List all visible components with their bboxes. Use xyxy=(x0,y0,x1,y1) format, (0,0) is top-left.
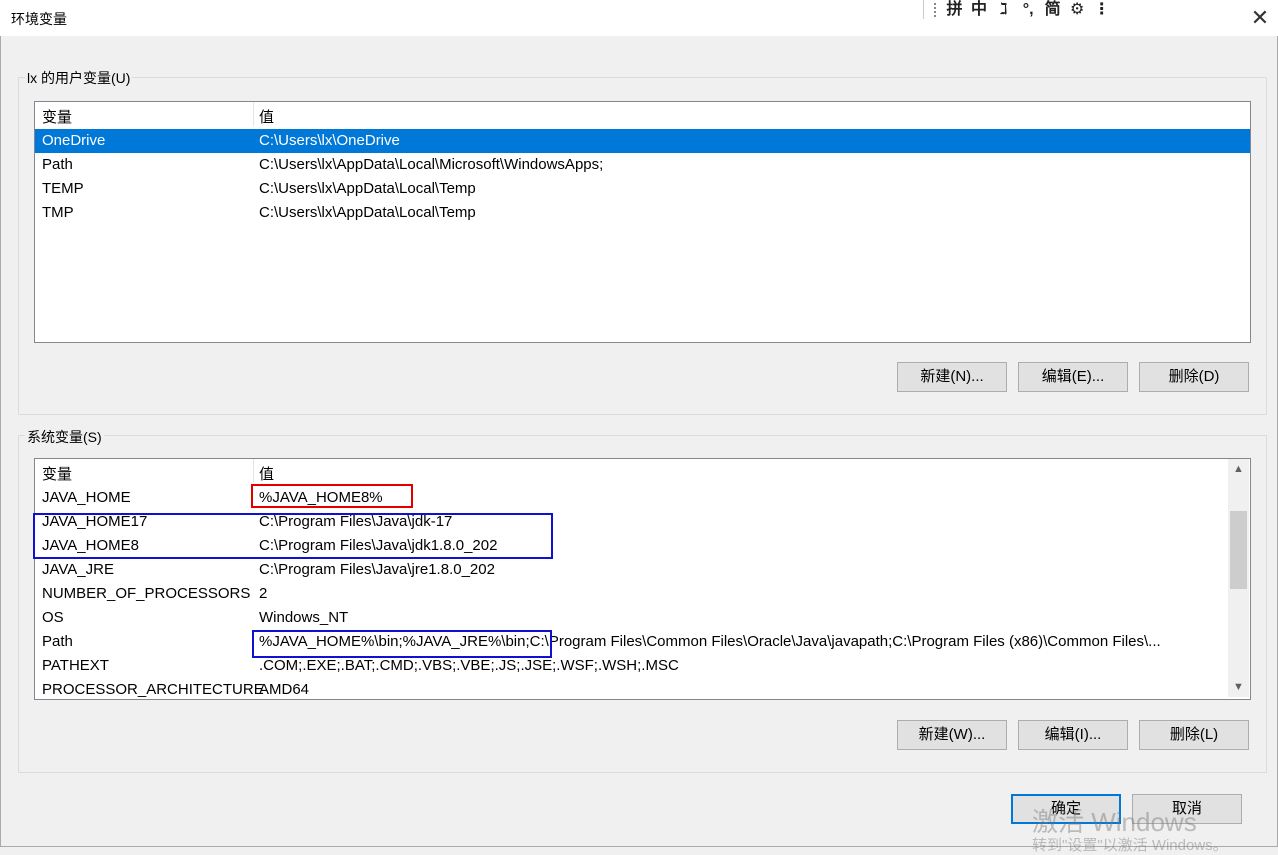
var-value: C:\Users\lx\AppData\Local\Temp xyxy=(259,204,476,221)
ime-fullwidth-icon[interactable]: ℷ xyxy=(992,1,1015,19)
var-value: C:\Program Files\Java\jre1.8.0_202 xyxy=(259,561,495,578)
ime-settings-icon[interactable]: ⚙ xyxy=(1066,1,1089,19)
window-title: 环境变量 xyxy=(11,11,67,27)
system-vars-list[interactable]: 变量 值 JAVA_HOME %JAVA_HOME8% JAVA_HOME17 … xyxy=(34,458,1251,700)
system-new-button[interactable]: 新建(W)... xyxy=(897,720,1007,750)
user-var-row-path[interactable]: Path C:\Users\lx\AppData\Local\Microsoft… xyxy=(35,153,1250,177)
user-vars-list[interactable]: 变量 值 OneDrive C:\Users\lx\OneDrive Path … xyxy=(34,101,1251,343)
system-vars-header: 变量 值 xyxy=(35,459,1250,483)
user-var-row-onedrive[interactable]: OneDrive C:\Users\lx\OneDrive xyxy=(35,129,1250,153)
vertical-scrollbar[interactable]: ▲ ▼ xyxy=(1228,459,1249,697)
var-name: NUMBER_OF_PROCESSORS xyxy=(42,585,251,602)
var-name: OS xyxy=(42,609,64,626)
system-var-row-processor-architecture[interactable]: PROCESSOR_ARCHITECTURE AMD64 xyxy=(35,678,1250,699)
var-value: C:\Users\lx\OneDrive xyxy=(259,132,400,149)
column-header-value[interactable]: 值 xyxy=(259,463,274,484)
ime-chinese-mode-icon[interactable]: 中 xyxy=(968,1,991,19)
user-vars-group-label: lx 的用户变量(U) xyxy=(25,68,133,88)
ime-toolbar[interactable]: 拼 中 ℷ °, 简 ⚙ ⋮ xyxy=(923,0,1113,19)
system-var-row-java-jre[interactable]: JAVA_JRE C:\Program Files\Java\jre1.8.0_… xyxy=(35,558,1250,582)
var-value: C:\Users\lx\AppData\Local\Temp xyxy=(259,180,476,197)
var-value: AMD64 xyxy=(259,681,310,698)
var-value: .COM;.EXE;.BAT;.CMD;.VBS;.VBE;.JS;.JSE;.… xyxy=(259,657,679,674)
column-header-variable[interactable]: 变量 xyxy=(42,106,72,127)
column-header-variable[interactable]: 变量 xyxy=(42,463,72,484)
system-var-row-number-of-processors[interactable]: NUMBER_OF_PROCESSORS 2 xyxy=(35,582,1250,606)
var-value: C:\Users\lx\AppData\Local\Microsoft\Wind… xyxy=(259,156,604,173)
ime-grip-handle[interactable] xyxy=(934,2,939,17)
close-icon[interactable]: ✕ xyxy=(1246,4,1274,32)
user-new-button[interactable]: 新建(N)... xyxy=(897,362,1007,392)
system-var-row-pathext[interactable]: PATHEXT .COM;.EXE;.BAT;.CMD;.VBS;.VBE;.J… xyxy=(35,654,1250,678)
ime-simplified-icon[interactable]: 简 xyxy=(1041,1,1064,19)
var-name: TEMP xyxy=(42,180,84,197)
var-name: Path xyxy=(42,156,73,173)
highlight-path-java-entries xyxy=(252,630,552,658)
highlight-java-home-value xyxy=(251,484,413,508)
ime-pinyin-icon[interactable]: 拼 xyxy=(943,1,966,19)
user-vars-header: 变量 值 xyxy=(35,102,1250,126)
title-bar: 环境变量 拼 中 ℷ °, 简 ⚙ ⋮ ✕ xyxy=(0,0,1278,36)
var-name: OneDrive xyxy=(42,132,106,149)
system-var-row-path[interactable]: Path %JAVA_HOME%\bin;%JAVA_JRE%\bin;C:\P… xyxy=(35,630,1250,654)
user-edit-button[interactable]: 编辑(E)... xyxy=(1018,362,1128,392)
system-vars-group-label: 系统变量(S) xyxy=(25,427,104,447)
var-value: Windows_NT xyxy=(259,609,349,626)
scroll-up-arrow-icon[interactable]: ▲ xyxy=(1228,461,1249,478)
var-name: PROCESSOR_ARCHITECTURE xyxy=(42,681,264,698)
ime-punctuation-icon[interactable]: °, xyxy=(1017,1,1040,19)
column-header-value[interactable]: 值 xyxy=(259,106,274,127)
ok-button[interactable]: 确定 xyxy=(1011,794,1121,824)
system-delete-button[interactable]: 删除(L) xyxy=(1139,720,1249,750)
column-divider[interactable] xyxy=(253,459,254,483)
var-name: Path xyxy=(42,633,73,650)
system-edit-button[interactable]: 编辑(I)... xyxy=(1018,720,1128,750)
user-var-row-temp[interactable]: TEMP C:\Users\lx\AppData\Local\Temp xyxy=(35,177,1250,201)
scrollbar-thumb[interactable] xyxy=(1230,511,1247,589)
cancel-button[interactable]: 取消 xyxy=(1132,794,1242,824)
var-value: 2 xyxy=(259,585,268,602)
column-divider[interactable] xyxy=(253,102,254,126)
scroll-down-arrow-icon[interactable]: ▼ xyxy=(1228,679,1249,696)
var-name: JAVA_JRE xyxy=(42,561,114,578)
system-var-row-java-home[interactable]: JAVA_HOME %JAVA_HOME8% xyxy=(35,486,1250,510)
ime-more-icon[interactable]: ⋮ xyxy=(1091,1,1114,19)
user-var-row-tmp[interactable]: TMP C:\Users\lx\AppData\Local\Temp xyxy=(35,201,1250,225)
user-delete-button[interactable]: 删除(D) xyxy=(1139,362,1249,392)
highlight-java-home-versions xyxy=(33,513,553,559)
var-name: PATHEXT xyxy=(42,657,109,674)
var-name: TMP xyxy=(42,204,74,221)
system-var-row-os[interactable]: OS Windows_NT xyxy=(35,606,1250,630)
var-name: JAVA_HOME xyxy=(42,489,131,506)
